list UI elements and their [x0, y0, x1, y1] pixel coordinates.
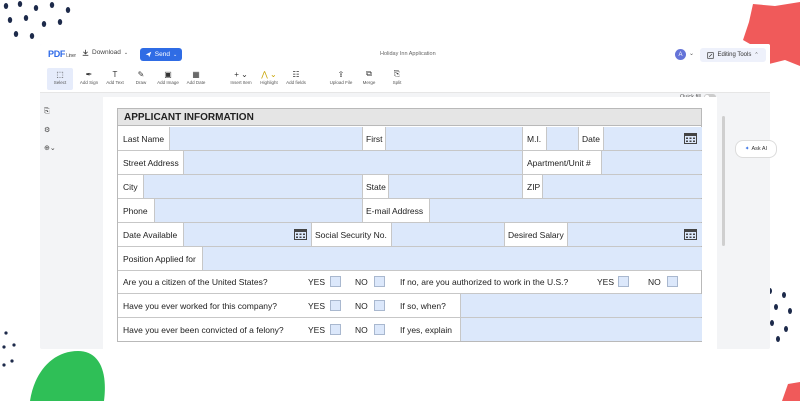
edit-tools-icon	[707, 51, 715, 59]
tool-merge[interactable]: ⧉ Merge	[356, 68, 382, 90]
brush-icon: ✎	[137, 69, 145, 79]
form-row-city: City State ZIP	[118, 175, 702, 199]
worked-no-checkbox[interactable]	[374, 300, 385, 311]
tool-draw[interactable]: ✎ Draw	[128, 68, 154, 90]
authorized-yes-checkbox[interactable]	[618, 276, 629, 287]
street-address-field[interactable]	[183, 151, 523, 174]
calendar-icon[interactable]	[684, 132, 697, 144]
cursor-icon: ⬚	[56, 69, 64, 79]
tool-select[interactable]: ⬚ Select	[47, 68, 73, 90]
image-icon: ▣	[164, 69, 172, 79]
form-row-name: Last Name First M.I. Date	[118, 127, 702, 151]
toolbar: ⬚ Select ✒ Add Sign T Add Text ✎ Draw ▣ Add I…	[40, 66, 770, 93]
felony-explain-field[interactable]	[460, 318, 702, 341]
plus-icon: + ⌄	[234, 69, 248, 79]
title-bar: PDFLiner Download ⌄ Send ⌄ Holiday Inn A…	[40, 44, 770, 67]
download-icon	[82, 49, 89, 56]
position-field[interactable]	[202, 247, 702, 270]
last-name-field[interactable]	[169, 127, 363, 150]
felony-yes-checkbox[interactable]	[330, 324, 341, 335]
form-row-contact: Phone E-mail Address	[118, 199, 702, 223]
felony-no-checkbox[interactable]	[374, 324, 385, 335]
first-name-field[interactable]	[385, 127, 523, 150]
tool-add-sign[interactable]: ✒ Add Sign	[76, 68, 102, 90]
application-form: APPLICANT INFORMATION Last Name First M.…	[117, 108, 702, 342]
worked-yes-checkbox[interactable]	[330, 300, 341, 311]
form-row-position: Position Applied for	[118, 247, 702, 271]
tool-add-date[interactable]: ▦ Add Date	[183, 68, 209, 90]
form-row-worked: Have you ever worked for this company? Y…	[118, 294, 702, 318]
download-label: Download	[92, 49, 121, 56]
app-logo[interactable]: PDFLiner	[48, 49, 76, 59]
send-icon	[145, 51, 152, 58]
zoom-icon[interactable]: ⊕⌄	[44, 144, 56, 152]
text-icon: T	[112, 69, 118, 79]
form-row-availability: Date Available Social Security No. Desir…	[118, 223, 702, 247]
send-label: Send	[154, 51, 170, 58]
ssn-field[interactable]	[391, 223, 505, 246]
form-row-felony: Have you ever been convicted of a felony…	[118, 318, 702, 341]
worked-when-field[interactable]	[460, 294, 702, 317]
tool-add-image[interactable]: ▣ Add Image	[155, 68, 181, 90]
citizen-no-checkbox[interactable]	[374, 276, 385, 287]
state-field[interactable]	[388, 175, 523, 198]
tool-add-fields[interactable]: ☷ Add fields	[283, 68, 309, 90]
sparkle-icon: ✦	[744, 146, 750, 152]
email-field[interactable]	[429, 199, 702, 222]
decor-bottom-right-shape	[782, 382, 800, 401]
chevron-down-icon[interactable]: ⌄	[689, 50, 694, 57]
upload-icon: ⇪	[337, 69, 345, 79]
form-row-address: Street Address Apartment/Unit #	[118, 151, 702, 175]
city-field[interactable]	[143, 175, 363, 198]
form-row-citizen: Are you a citizen of the United States? …	[118, 271, 701, 294]
gear-icon[interactable]: ⚙	[44, 126, 50, 134]
chevron-up-icon: ⌃	[754, 52, 759, 58]
scrollbar[interactable]	[722, 116, 725, 246]
desired-salary-field[interactable]	[567, 223, 702, 246]
mi-field[interactable]	[546, 127, 579, 150]
date-available-field[interactable]	[183, 223, 312, 246]
calendar-icon[interactable]	[684, 228, 697, 240]
download-button[interactable]: Download ⌄	[82, 49, 128, 56]
tool-highlight[interactable]: ⋀ ⌄ Highlight	[256, 68, 282, 90]
authorized-no-checkbox[interactable]	[667, 276, 678, 287]
form-heading: APPLICANT INFORMATION	[118, 109, 701, 126]
send-button[interactable]: Send ⌄	[140, 48, 182, 61]
ask-ai-button[interactable]: ✦ Ask AI	[735, 140, 777, 158]
citizen-yes-checkbox[interactable]	[330, 276, 341, 287]
editing-tools-label: Editing Tools	[717, 52, 752, 58]
phone-field[interactable]	[154, 199, 363, 222]
document-title: Holiday Inn Application	[380, 51, 436, 57]
pen-icon: ✒	[85, 69, 93, 79]
chevron-down-icon: ⌄	[172, 51, 178, 58]
tool-upload-file[interactable]: ⇪ Upload File	[328, 68, 354, 90]
apartment-unit-field[interactable]	[601, 151, 702, 174]
split-icon: ⎘	[393, 69, 401, 78]
calendar-icon[interactable]	[294, 228, 307, 240]
chevron-down-icon: ⌄	[123, 49, 129, 56]
page-thumbnail-icon[interactable]: ⎘	[44, 108, 50, 116]
editing-tools-button[interactable]: Editing Tools ⌃	[700, 48, 766, 62]
calendar-icon: ▦	[192, 69, 200, 79]
tool-split[interactable]: ⎘ Split	[384, 68, 410, 90]
avatar[interactable]: A	[675, 49, 686, 60]
tool-insert-item[interactable]: + ⌄ Insert Item	[228, 68, 254, 90]
merge-icon: ⧉	[366, 69, 372, 78]
highlighter-icon: ⋀ ⌄	[261, 69, 277, 79]
zip-field[interactable]	[542, 175, 702, 198]
left-sidebar: ⎘ ⚙ ⊕⌄	[40, 92, 66, 349]
decor-top-left-dots	[3, 1, 71, 39]
fields-icon: ☷	[292, 69, 300, 79]
tool-add-text[interactable]: T Add Text	[102, 68, 128, 90]
